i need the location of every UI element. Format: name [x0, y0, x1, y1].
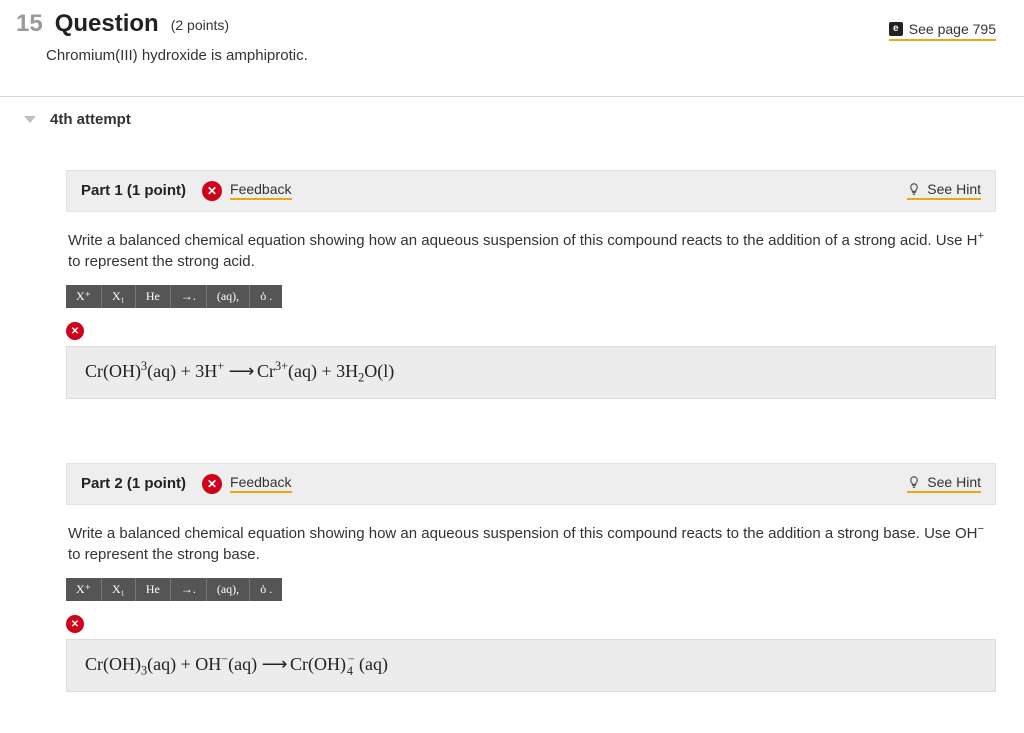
- toolbar-subscript[interactable]: X₁: [102, 285, 136, 308]
- incorrect-icon: ✕: [202, 181, 222, 201]
- part-head: Part 1 (1 point) ✕ Feedback See Hint: [66, 170, 996, 212]
- toolbar-periodic[interactable]: He: [136, 285, 171, 308]
- toolbar-subscript[interactable]: X₁: [102, 578, 136, 601]
- part-1: Part 1 (1 point) ✕ Feedback See Hint Wri…: [66, 170, 996, 399]
- chevron-down-icon: [24, 116, 36, 123]
- part-title: Part 1 (1 point): [81, 182, 186, 199]
- equation-toolbar: X⁺ X₁ He →. (aq), ὀ .: [66, 578, 282, 601]
- see-page-link[interactable]: e See page 795: [889, 21, 996, 41]
- toolbar-superscript[interactable]: X⁺: [66, 578, 102, 601]
- see-hint-label: See Hint: [927, 181, 981, 197]
- part-head: Part 2 (1 point) ✕ Feedback See Hint: [66, 463, 996, 505]
- attempt-header[interactable]: 4th attempt: [0, 97, 1024, 130]
- part-2: Part 2 (1 point) ✕ Feedback See Hint Wri…: [66, 463, 996, 692]
- see-page-label: See page 795: [909, 21, 996, 37]
- answer-incorrect-icon: ✕: [66, 322, 84, 340]
- toolbar-dot[interactable]: ὀ .: [250, 285, 282, 308]
- equation-toolbar: X⁺ X₁ He →. (aq), ὀ .: [66, 285, 282, 308]
- toolbar-state[interactable]: (aq),: [207, 285, 250, 308]
- feedback-link[interactable]: Feedback: [230, 474, 291, 493]
- part1-answer-box[interactable]: Cr(OH)3(aq) + 3H+ ⟶ Cr3+(aq) + 3H2O(l): [66, 346, 996, 399]
- see-hint-label: See Hint: [927, 474, 981, 490]
- see-hint-button[interactable]: See Hint: [907, 474, 981, 493]
- toolbar-arrow[interactable]: →.: [171, 285, 207, 308]
- question-body: Chromium(III) hydroxide is amphiprotic.: [16, 41, 996, 64]
- ebook-icon: e: [889, 22, 903, 36]
- answer-incorrect-icon: ✕: [66, 615, 84, 633]
- part2-prompt: Write a balanced chemical equation showi…: [66, 505, 996, 573]
- toolbar-superscript[interactable]: X⁺: [66, 285, 102, 308]
- lightbulb-icon: [907, 475, 921, 489]
- feedback-link[interactable]: Feedback: [230, 181, 291, 200]
- toolbar-state[interactable]: (aq),: [207, 578, 250, 601]
- toolbar-dot[interactable]: ὀ .: [250, 578, 282, 601]
- toolbar-arrow[interactable]: →.: [171, 578, 207, 601]
- toolbar-periodic[interactable]: He: [136, 578, 171, 601]
- part2-answer-box[interactable]: Cr(OH)3(aq) + OH−(aq) ⟶ Cr(OH)−4(aq): [66, 639, 996, 692]
- part-title: Part 2 (1 point): [81, 475, 186, 492]
- question-number: 15: [16, 10, 43, 38]
- part1-prompt: Write a balanced chemical equation showi…: [66, 212, 996, 280]
- incorrect-icon: ✕: [202, 474, 222, 494]
- question-word: Question: [55, 10, 159, 38]
- see-hint-button[interactable]: See Hint: [907, 181, 981, 200]
- question-points: (2 points): [171, 17, 229, 33]
- attempt-label: 4th attempt: [50, 111, 131, 128]
- lightbulb-icon: [907, 182, 921, 196]
